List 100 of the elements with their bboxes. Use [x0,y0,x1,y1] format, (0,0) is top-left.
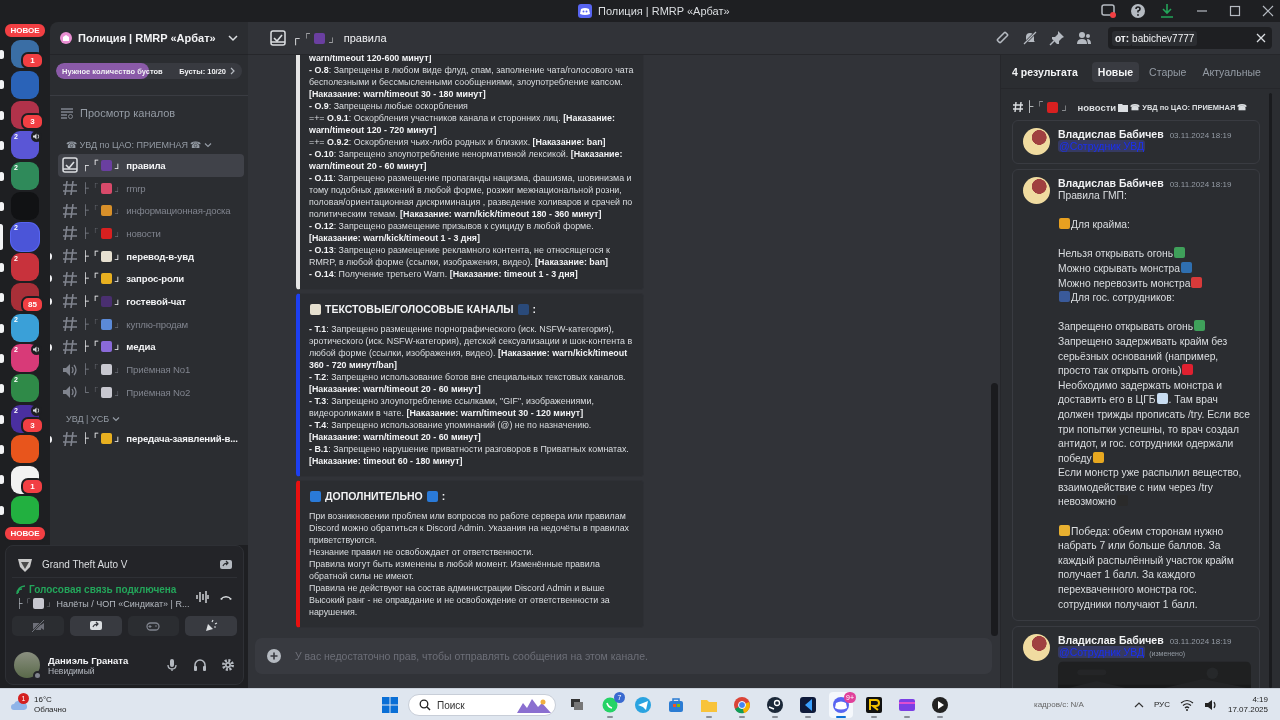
message-text: Запрещено открывать огонь [1058,305,1251,335]
hash-icon [62,180,78,197]
microphone-icon[interactable] [165,658,179,672]
channel-item[interactable]: ├「 」 новости [58,222,244,245]
rule-text: - О.8: Запрещены в любом виде флуд, спам, заполнение чата/голосового чата бесполезными и бессмысленными сообщениями, злоупотребление капсом. [Наказание: warn/timeout 30 - 180 минут] [309,64,635,100]
rule-text: - Т.2: Запрещено использование ботов вне специальных текстовых каналов. [Наказание: warn/timeout 20 - 60 минут] [309,371,627,395]
channel-item[interactable]: ├「 」 Приёмная No1 [58,358,244,381]
channel-item[interactable]: ├「 」 медиа [58,335,244,359]
rule-text: - Т.3: Запрещено злоупотребление ссылками, "GIF", изображениями, видеороликами в чате. [Наказание: warn/timeout 30 - 120 минут] [309,395,595,419]
bell-off-icon[interactable] [1022,30,1038,46]
help-icon[interactable] [1130,3,1146,19]
server-icon[interactable] [11,313,39,342]
chevron-down-icon [112,414,121,423]
waveform-icon[interactable] [195,590,209,604]
message-text: Необходимо задержать монстра и доставить его в ЦГБ . Там врач должен трижды прописать /try. Если все три попытки успешны, то врач создал антидот, и гос. сотрудники одержали победу [1058,378,1251,466]
scrollbar-thumb[interactable] [991,383,998,636]
settings-icon[interactable] [221,658,235,672]
members-icon[interactable] [1076,30,1092,46]
add-icon [267,649,281,663]
server-icon[interactable] [11,374,39,403]
sort-tab[interactable]: Старые [1143,61,1193,82]
camera-off-icon [30,619,45,633]
game-name: Grand Theft Auto V [42,559,129,570]
sort-tab[interactable]: Актуальные [1196,61,1267,82]
search-result[interactable]: Владислав Бабичев 03.11.2024 18:19 @Сотрудник УВД [1012,120,1260,164]
download-icon[interactable] [1159,3,1175,19]
channel-item[interactable]: ├「 」 гостевой-чат [58,290,244,313]
server-emblem-icon [60,32,72,44]
channel-item[interactable]: ├「 」 запрос-роли [58,267,244,291]
channel-item[interactable]: ├「 」 информационная-доска [58,199,244,223]
steam-icon [766,696,784,714]
search-field[interactable]: Поиск [408,694,556,716]
server-icon[interactable] [11,161,39,190]
message-text: Для крайма: [1058,203,1251,233]
pin-icon[interactable] [1049,30,1065,46]
windows-start-icon[interactable] [381,696,399,714]
rule-text: warn/timeout 120-600 минут] [309,55,433,64]
screen-share-button[interactable] [69,616,122,636]
server-icon[interactable] [11,344,39,373]
channel-item[interactable]: ├「 」 перевод-в-увд [58,244,244,268]
screen-icon[interactable] [1101,3,1117,19]
channel-item[interactable]: ├「 」 передача-заявлений-в... [58,427,244,451]
search-result[interactable] [1012,169,1260,622]
wifi-icon[interactable] [1179,698,1194,711]
message-text: Запрещено задерживать крайм без серьёзных оснований (например, просто так открыть огонь) [1058,334,1229,379]
browse-channels[interactable]: Просмотр каналов [50,95,248,124]
channel-item[interactable]: ├「 」 куплю-продам [58,312,244,336]
clock[interactable]: 4:19 17.07.2025 [1227,694,1268,715]
volume-icon[interactable] [1203,698,1218,711]
hash-icon [62,338,78,355]
rule-text: - О.13: Запрещено размещение рекламного контента, не относящегося к RMRP, в любой форме (ссылки, изображения, видео). [Наказание: ban] [309,244,611,268]
window-title: Полиция | RMRP «Арбат» [598,5,730,17]
server-icon[interactable] [11,435,39,464]
server-icon[interactable] [11,131,39,160]
language-indicator[interactable]: РУС [1153,700,1170,709]
screen-share-icon[interactable] [219,557,233,572]
channel-item[interactable]: ┌「 」 правила [58,154,244,177]
server-icon[interactable] [11,252,39,281]
r-logo-icon [865,696,883,714]
rule-text: - О.11: Запрещено размещение пропаганды нацизма, фашизма, шовинизма и тому подобных движений в любой форме, розжиг межнациональной розни, половая/ориентационная дискриминация , разведение холиваров и срачей по политическим темам. [Наказание: warn/kick/timeout 180 - 360 минут] [309,172,634,220]
channel-item[interactable]: ├「 」 rmrp [58,176,244,200]
chevron-down-icon[interactable] [228,33,238,43]
author-name[interactable]: Владислав Бабичев [1058,128,1164,140]
hash-icon [62,202,78,219]
hash-icon [62,270,78,287]
message-text: Правила ГМП: [1058,189,1128,203]
soundboard-button[interactable] [185,616,237,636]
channel-prefix: ├「 [1026,100,1045,114]
user-avatar[interactable] [14,652,40,678]
server-name[interactable]: Полиция | RMRP «Арбат» [78,32,222,44]
author-name[interactable]: Владислав Бабичев [1058,634,1164,647]
unread-badge: 1 [21,52,44,70]
server-icon[interactable] [11,496,39,525]
server-icon[interactable] [11,222,39,251]
message-text: Можно перевозить монстра [1058,276,1251,292]
channel-item[interactable]: └「 」 Приёмная No2 [58,380,244,404]
timestamp: 03.11.2024 18:19 [1169,180,1232,189]
rule-text: Высокий ранг - не оправдание и не освобождение от ответственности за нарушения. [309,594,611,618]
new-label: НОВОЕ [3,525,47,543]
close-icon[interactable] [1262,5,1274,17]
category-header[interactable]: ☎ УВД по ЦАО: ПРИЕМНАЯ ☎ [50,130,248,154]
gamepad-button[interactable] [127,616,180,636]
search-field[interactable]: от: babichev7777 [1108,27,1272,49]
fps-counter: кадров/с: N/A [1033,700,1084,709]
channel-name[interactable]: новости [1077,101,1117,113]
hash-icon [62,225,78,242]
discord-logo-icon [578,4,592,18]
gamepad-icon [146,619,161,633]
category-header[interactable]: УВД | УСБ [50,403,248,428]
headphones-icon[interactable] [193,658,207,672]
camera-off-button[interactable] [12,616,64,636]
maximize-icon[interactable] [1229,5,1241,17]
voice-channel-name[interactable]: Налёты / ЧОП «Синдикат» | R... [56,598,190,609]
message-text: Можно скрывать монстра [1058,261,1251,277]
close-icon[interactable] [1256,33,1266,43]
unread-badge: 85 [21,295,44,313]
cloud-icon [10,698,28,711]
author-name[interactable]: Владислав Бабичев [1058,177,1164,189]
channel-name: правила [343,32,387,44]
sort-tab[interactable]: Новые [1091,61,1140,82]
